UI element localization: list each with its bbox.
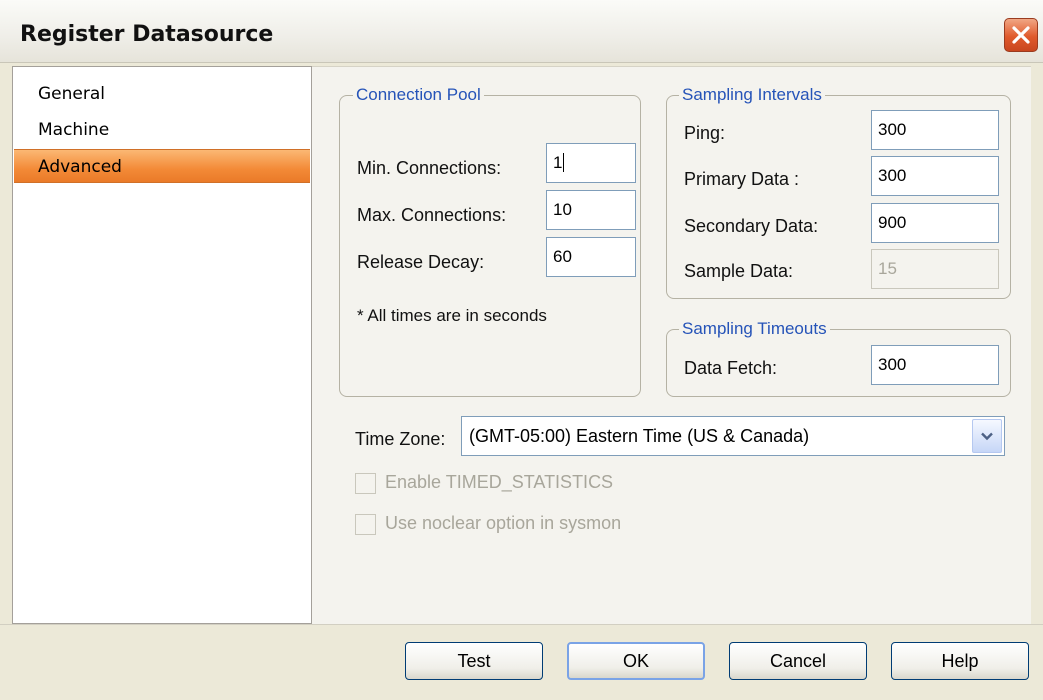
secondary-data-label: Secondary Data: bbox=[684, 216, 819, 236]
sampling-timeouts-group: Sampling Timeouts Data Fetch: 300 bbox=[666, 319, 1011, 397]
window-title: Register Datasource bbox=[20, 22, 274, 47]
min-connections-input[interactable]: 1 bbox=[546, 143, 636, 183]
time-zone-value: (GMT-05:00) Eastern Time (US & Canada) bbox=[469, 426, 810, 446]
title-bar: Register Datasource bbox=[0, 0, 1043, 63]
min-connections-value: 1 bbox=[553, 153, 563, 172]
connection-pool-title: Connection Pool bbox=[353, 85, 484, 105]
test-button[interactable]: Test bbox=[405, 642, 543, 680]
noclear-label: Use noclear option in sysmon bbox=[385, 513, 622, 533]
secondary-data-input[interactable]: 900 bbox=[871, 203, 999, 243]
nav-item-machine[interactable]: Machine bbox=[14, 113, 310, 147]
sample-data-input: 15 bbox=[871, 249, 999, 289]
sample-data-label: Sample Data: bbox=[684, 261, 794, 281]
time-zone-select[interactable]: (GMT-05:00) Eastern Time (US & Canada) bbox=[461, 416, 1005, 456]
timed-statistics-label: Enable TIMED_STATISTICS bbox=[385, 472, 614, 492]
ping-label: Ping: bbox=[684, 123, 726, 143]
times-note: * All times are in seconds bbox=[357, 306, 547, 325]
close-icon bbox=[1012, 26, 1030, 44]
sampling-intervals-title: Sampling Intervals bbox=[679, 85, 825, 105]
max-connections-label: Max. Connections: bbox=[357, 205, 507, 225]
connection-pool-group: Connection Pool Min. Connections: 1 Max.… bbox=[339, 85, 641, 397]
settings-nav: General Machine Advanced bbox=[12, 66, 312, 624]
dropdown-button[interactable] bbox=[972, 419, 1002, 453]
ping-input[interactable]: 300 bbox=[871, 110, 999, 150]
nav-item-general[interactable]: General bbox=[14, 77, 310, 111]
text-cursor bbox=[563, 153, 565, 172]
chevron-down-icon bbox=[981, 432, 993, 441]
sampling-intervals-group: Sampling Intervals Ping: 300 Primary Dat… bbox=[666, 85, 1011, 299]
help-button[interactable]: Help bbox=[891, 642, 1029, 680]
nav-item-advanced[interactable]: Advanced bbox=[14, 149, 310, 183]
timed-statistics-checkbox bbox=[355, 473, 376, 494]
primary-data-label: Primary Data : bbox=[684, 169, 800, 189]
max-connections-input[interactable]: 10 bbox=[546, 190, 636, 230]
noclear-checkbox bbox=[355, 514, 376, 535]
footer-divider bbox=[0, 624, 1043, 625]
min-connections-label: Min. Connections: bbox=[357, 158, 502, 178]
release-decay-input[interactable]: 60 bbox=[546, 237, 636, 277]
data-fetch-input[interactable]: 300 bbox=[871, 345, 999, 385]
data-fetch-label: Data Fetch: bbox=[684, 358, 778, 378]
cancel-button[interactable]: Cancel bbox=[729, 642, 867, 680]
primary-data-input[interactable]: 300 bbox=[871, 156, 999, 196]
ok-button[interactable]: OK bbox=[567, 642, 705, 680]
sampling-timeouts-title: Sampling Timeouts bbox=[679, 319, 830, 339]
release-decay-label: Release Decay: bbox=[357, 252, 485, 272]
time-zone-label: Time Zone: bbox=[355, 429, 446, 449]
advanced-panel: Connection Pool Min. Connections: 1 Max.… bbox=[312, 66, 1031, 625]
close-button[interactable] bbox=[1004, 18, 1038, 52]
